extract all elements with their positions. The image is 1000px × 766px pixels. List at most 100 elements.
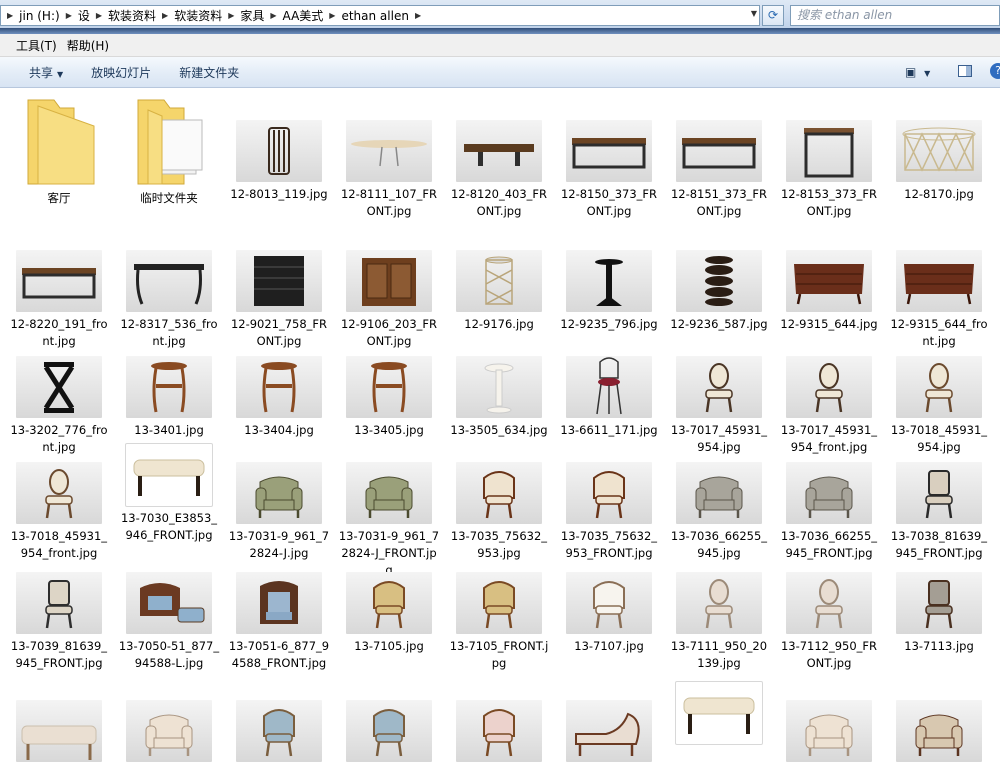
file-item[interactable]: 13-7105_FRONT.jpg bbox=[445, 572, 553, 672]
white-stand-icon bbox=[456, 356, 542, 418]
file-item[interactable]: 12-9315_644_front.jpg bbox=[885, 250, 993, 350]
breadcrumb-folder[interactable]: AA美式 bbox=[279, 7, 328, 24]
preview-pane-icon[interactable] bbox=[958, 65, 972, 77]
file-item[interactable]: 13-7112_950_FRONT.jpg bbox=[775, 572, 883, 672]
file-item[interactable]: 13-7036_66255_945.jpg bbox=[665, 462, 773, 562]
breadcrumb-separator-icon[interactable]: ▶ bbox=[268, 11, 278, 20]
search-input[interactable]: 搜索 ethan allen bbox=[790, 5, 1000, 26]
file-name: 12-9235_796.jpg bbox=[560, 317, 658, 331]
ottoman-icon bbox=[676, 682, 762, 744]
file-name: 13-7051-6_877_94588_FRONT.jpg bbox=[228, 639, 330, 670]
file-item[interactable]: 13-3404.jpg bbox=[225, 356, 333, 439]
file-item[interactable]: 12-8111_107_FRONT.jpg bbox=[335, 120, 443, 220]
file-item[interactable]: 12-9235_796.jpg bbox=[555, 250, 663, 333]
file-item[interactable]: 13-7050-51_877_94588-L.jpg bbox=[115, 572, 223, 672]
file-item[interactable]: 12-8013_119.jpg bbox=[225, 120, 333, 203]
address-history-dropdown-icon[interactable]: ▼ bbox=[751, 9, 757, 18]
breadcrumb-separator-icon[interactable]: ▶ bbox=[64, 11, 74, 20]
refresh-button[interactable]: ⟳ bbox=[762, 5, 784, 26]
file-item[interactable]: 12-9315_644.jpg bbox=[775, 250, 883, 333]
file-item[interactable] bbox=[885, 700, 993, 766]
file-item[interactable]: 12-8220_191_front.jpg bbox=[5, 250, 113, 350]
breadcrumb-separator-icon[interactable]: ▶ bbox=[413, 11, 423, 20]
new-folder-button[interactable]: 新建文件夹 bbox=[165, 64, 253, 81]
file-item[interactable]: 13-7035_75632_953.jpg bbox=[445, 462, 553, 562]
file-item[interactable]: 13-6611_171.jpg bbox=[555, 356, 663, 439]
file-item[interactable] bbox=[665, 682, 773, 748]
file-item[interactable]: 12-8170.jpg bbox=[885, 120, 993, 203]
file-name: 12-9236_587.jpg bbox=[670, 317, 768, 331]
breadcrumb-folder[interactable]: 软装资料 bbox=[104, 7, 160, 24]
help-icon[interactable]: ? bbox=[990, 63, 1000, 79]
breadcrumb-separator-icon[interactable]: ▶ bbox=[94, 11, 104, 20]
file-item[interactable]: 13-7018_45931_954_front.jpg bbox=[5, 462, 113, 562]
file-item[interactable]: 13-7017_45931_954.jpg bbox=[665, 356, 773, 456]
file-name: 13-7050-51_877_94588-L.jpg bbox=[118, 639, 220, 670]
file-item[interactable]: 13-3405.jpg bbox=[335, 356, 443, 439]
breadcrumb-separator-icon[interactable]: ▶ bbox=[226, 11, 236, 20]
file-item[interactable] bbox=[115, 700, 223, 766]
file-name: 13-7017_45931_954.jpg bbox=[670, 423, 768, 454]
file-item[interactable] bbox=[335, 700, 443, 766]
file-item[interactable] bbox=[5, 700, 113, 766]
file-name: 13-7031-9_961_72824-J.jpg bbox=[228, 529, 330, 560]
file-item[interactable]: 13-7017_45931_954_front.jpg bbox=[775, 356, 883, 456]
file-item[interactable]: 12-8153_373_FRONT.jpg bbox=[775, 120, 883, 220]
file-name: 13-3505_634.jpg bbox=[450, 423, 548, 437]
file-item[interactable]: 13-7031-9_961_72824-J.jpg bbox=[225, 462, 333, 562]
file-item[interactable]: 13-3505_634.jpg bbox=[445, 356, 553, 439]
breadcrumb-folder[interactable]: 家具 bbox=[236, 7, 268, 24]
file-item[interactable]: 13-7035_75632_953_FRONT.jpg bbox=[555, 462, 663, 562]
menu-help[interactable]: 帮助(H) bbox=[63, 37, 115, 54]
grey-chair-icon bbox=[786, 462, 872, 524]
file-item[interactable]: 12-8151_373_FRONT.jpg bbox=[665, 120, 773, 220]
breadcrumb-separator-icon[interactable]: ▶ bbox=[327, 11, 337, 20]
file-item[interactable]: 12-8120_403_FRONT.jpg bbox=[445, 120, 553, 220]
breadcrumb-separator-icon[interactable]: ▶ bbox=[5, 11, 15, 20]
cream-armchair-icon bbox=[126, 700, 212, 762]
file-name: 13-3405.jpg bbox=[354, 423, 424, 437]
file-item[interactable]: 13-7038_81639_945_FRONT.jpg bbox=[885, 462, 993, 562]
file-item[interactable]: 13-7105.jpg bbox=[335, 572, 443, 655]
file-item[interactable]: 12-9236_587.jpg bbox=[665, 250, 773, 333]
file-item[interactable]: 12-8150_373_FRONT.jpg bbox=[555, 120, 663, 220]
file-item[interactable]: 12-9106_203_FRONT.jpg bbox=[335, 250, 443, 350]
file-item[interactable]: 13-7031-9_961_72824-J_FRONT.jpg bbox=[335, 462, 443, 579]
file-item[interactable]: 13-7039_81639_945_FRONT.jpg bbox=[5, 572, 113, 672]
breadcrumb-separator-icon[interactable]: ▶ bbox=[160, 11, 170, 20]
file-item[interactable]: 13-3401.jpg bbox=[115, 356, 223, 439]
file-item[interactable] bbox=[775, 700, 883, 766]
folder-item[interactable]: 临时文件夹 bbox=[115, 96, 223, 207]
menu-tools[interactable]: 工具(T) bbox=[0, 37, 63, 54]
file-item[interactable]: 13-7036_66255_945_FRONT.jpg bbox=[775, 462, 883, 562]
address-bar[interactable]: ▶ jin (H:) ▶ 设 ▶ 软装资料 ▶ 软装资料 ▶ 家具 ▶ AA美式… bbox=[0, 5, 760, 26]
change-view-button[interactable]: ▣ ▼ bbox=[905, 65, 930, 79]
share-button[interactable]: 共享 ▼ bbox=[0, 64, 77, 81]
file-item[interactable]: 13-7051-6_877_94588_FRONT.jpg bbox=[225, 572, 333, 672]
breadcrumb-folder[interactable]: 软装资料 bbox=[170, 7, 226, 24]
file-item[interactable]: 13-7030_E3853_946_FRONT.jpg bbox=[115, 444, 223, 544]
file-item[interactable] bbox=[225, 700, 333, 766]
commode-icon bbox=[896, 250, 982, 312]
breadcrumb-current[interactable]: ethan allen bbox=[337, 9, 412, 23]
file-item[interactable]: 12-8317_536_front.jpg bbox=[115, 250, 223, 350]
folder-icon bbox=[124, 96, 214, 186]
folder-name: 客厅 bbox=[47, 191, 71, 205]
folder-item[interactable]: 客厅 bbox=[5, 96, 113, 207]
file-item[interactable]: 13-7018_45931_954.jpg bbox=[885, 356, 993, 456]
file-item[interactable]: 13-3202_776_front.jpg bbox=[5, 356, 113, 456]
breadcrumb-drive[interactable]: jin (H:) bbox=[15, 9, 64, 23]
file-item[interactable]: 13-7111_950_20139.jpg bbox=[665, 572, 773, 672]
file-item[interactable] bbox=[555, 700, 663, 766]
file-item[interactable]: 13-7107.jpg bbox=[555, 572, 663, 655]
file-item[interactable]: 12-9176.jpg bbox=[445, 250, 553, 333]
file-name: 12-8170.jpg bbox=[904, 187, 974, 201]
slideshow-button[interactable]: 放映幻灯片 bbox=[77, 64, 165, 81]
file-item[interactable] bbox=[445, 700, 553, 766]
file-name: 12-8151_373_FRONT.jpg bbox=[670, 187, 768, 218]
console-icon bbox=[126, 250, 212, 312]
file-item[interactable]: 13-7113.jpg bbox=[885, 572, 993, 655]
breadcrumb-folder[interactable]: 设 bbox=[74, 7, 94, 24]
file-name: 13-7018_45931_954.jpg bbox=[890, 423, 988, 454]
file-item[interactable]: 12-9021_758_FRONT.jpg bbox=[225, 250, 333, 350]
